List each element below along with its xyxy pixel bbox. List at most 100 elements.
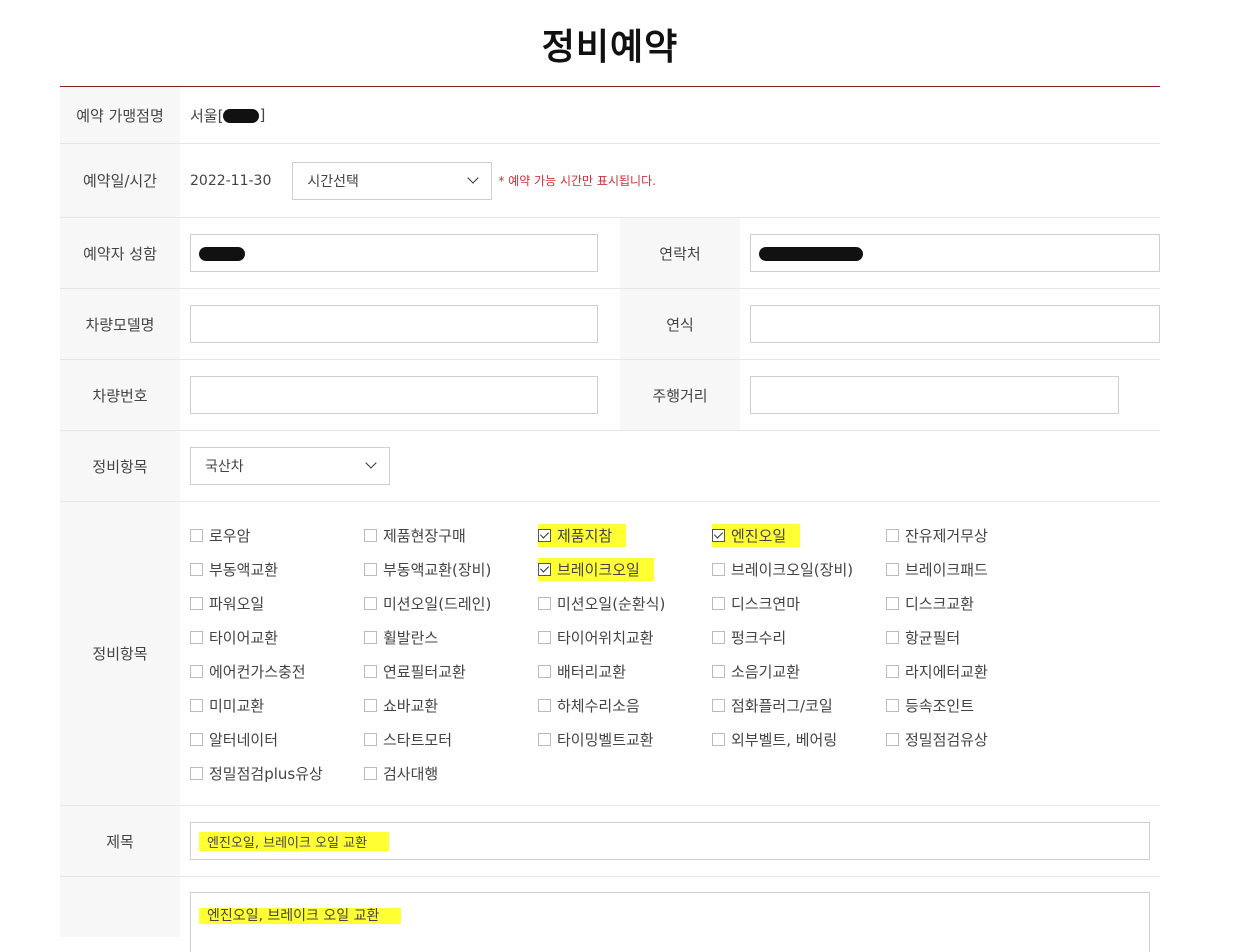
item-checkbox[interactable]: 타이어위치교환	[538, 626, 712, 649]
checkbox-icon[interactable]	[538, 665, 551, 678]
category-select[interactable]: 국산차	[190, 447, 390, 485]
item-checkbox[interactable]: 항균필터	[886, 626, 1060, 649]
item-checkbox[interactable]: 펑크수리	[712, 626, 886, 649]
item-label: 잔유제거무상	[905, 527, 988, 545]
item-label: 펑크수리	[731, 629, 787, 647]
item-checkbox[interactable]: 외부벨트, 베어링	[712, 728, 886, 751]
item-checkbox[interactable]: 디스크연마	[712, 592, 886, 615]
checkbox-icon[interactable]	[190, 631, 203, 644]
item-checkbox[interactable]: 미션오일(순환식)	[538, 592, 712, 615]
year-input[interactable]	[750, 305, 1160, 343]
item-checkbox[interactable]: 에어컨가스충전	[190, 660, 364, 683]
plate-input[interactable]	[190, 376, 598, 414]
item-checkbox[interactable]: 하체수리소음	[538, 694, 712, 717]
checkbox-icon[interactable]	[364, 529, 377, 542]
item-checkbox[interactable]: 알터네이터	[190, 728, 364, 751]
item-checkbox[interactable]: 디스크교환	[886, 592, 1060, 615]
category-row: 정비항목 국산차	[60, 431, 1160, 502]
item-label: 미션오일(순환식)	[557, 595, 666, 613]
checkbox-icon[interactable]	[364, 733, 377, 746]
checkbox-icon[interactable]	[190, 733, 203, 746]
item-checkbox[interactable]: 엔진오일	[712, 524, 801, 547]
item-checkbox[interactable]: 소음기교환	[712, 660, 886, 683]
item-checkbox[interactable]: 정밀점검plus유상	[190, 762, 364, 785]
checkbox-icon[interactable]	[712, 563, 725, 576]
body-textarea[interactable]: 엔진오일, 브레이크 오일 교환	[190, 892, 1150, 952]
item-checkbox[interactable]: 부동액교환(장비)	[364, 558, 538, 581]
item-checkbox[interactable]: 라지에터교환	[886, 660, 1060, 683]
checkbox-icon[interactable]	[538, 631, 551, 644]
checkbox-icon[interactable]	[886, 563, 899, 576]
item-checkbox[interactable]: 검사대행	[364, 762, 538, 785]
item-checkbox[interactable]: 연료필터교환	[364, 660, 538, 683]
item-checkbox[interactable]: 잔유제거무상	[886, 524, 1060, 547]
item-checkbox[interactable]: 쇼바교환	[364, 694, 538, 717]
checkbox-icon[interactable]	[364, 665, 377, 678]
item-checkbox[interactable]: 미션오일(드레인)	[364, 592, 538, 615]
item-checkbox[interactable]: 타이어교환	[190, 626, 364, 649]
checkbox-icon[interactable]	[190, 563, 203, 576]
item-label: 배터리교환	[557, 663, 627, 681]
contact-input[interactable]	[750, 234, 1160, 272]
checkbox-icon[interactable]	[712, 631, 725, 644]
checkbox-icon[interactable]	[886, 597, 899, 610]
checkbox-checked-icon[interactable]	[712, 529, 725, 542]
checkbox-icon[interactable]	[364, 631, 377, 644]
item-checkbox[interactable]: 등속조인트	[886, 694, 1060, 717]
item-label: 연료필터교환	[383, 663, 466, 681]
date-value[interactable]: 2022-11-30	[190, 173, 271, 189]
name-row: 예약자 성함 연락처	[60, 218, 1160, 289]
item-checkbox[interactable]: 스타트모터	[364, 728, 538, 751]
name-input[interactable]	[190, 234, 598, 272]
item-label: 항균필터	[905, 629, 961, 647]
item-checkbox[interactable]: 미미교환	[190, 694, 364, 717]
checkbox-icon[interactable]	[538, 699, 551, 712]
checkbox-icon[interactable]	[364, 563, 377, 576]
checkbox-icon[interactable]	[538, 733, 551, 746]
year-label: 연식	[620, 289, 740, 359]
checkbox-icon[interactable]	[712, 733, 725, 746]
item-label: 브레이크오일(장비)	[731, 561, 854, 579]
checkbox-icon[interactable]	[364, 597, 377, 610]
item-checkbox[interactable]: 브레이크패드	[886, 558, 1060, 581]
item-label: 외부벨트, 베어링	[731, 731, 838, 749]
checkbox-icon[interactable]	[190, 767, 203, 780]
checkbox-icon[interactable]	[886, 631, 899, 644]
chevron-down-icon	[467, 171, 480, 184]
items-row: 정비항목 로우암 제품현장구매 제품지참 엔진오일 잔유제거무상 부동액교환 부동액교환(장…	[60, 502, 1160, 806]
checkbox-icon[interactable]	[886, 733, 899, 746]
checkbox-icon[interactable]	[190, 529, 203, 542]
item-checkbox[interactable]: 정밀점검유상	[886, 728, 1060, 751]
model-row: 차량모델명 연식	[60, 289, 1160, 360]
item-checkbox[interactable]: 배터리교환	[538, 660, 712, 683]
checkbox-icon[interactable]	[712, 665, 725, 678]
item-checkbox[interactable]: 로우암	[190, 524, 364, 547]
item-checkbox[interactable]: 타이밍벨트교환	[538, 728, 712, 751]
checkbox-checked-icon[interactable]	[538, 529, 551, 542]
checkbox-checked-icon[interactable]	[538, 563, 551, 576]
chevron-down-icon	[365, 457, 377, 469]
item-checkbox[interactable]: 부동액교환	[190, 558, 364, 581]
checkbox-icon[interactable]	[190, 665, 203, 678]
checkbox-icon[interactable]	[538, 597, 551, 610]
checkbox-icon[interactable]	[886, 699, 899, 712]
item-checkbox[interactable]: 브레이크오일(장비)	[712, 558, 886, 581]
item-checkbox[interactable]: 제품지참	[538, 524, 627, 547]
checkbox-icon[interactable]	[712, 597, 725, 610]
checkbox-icon[interactable]	[364, 699, 377, 712]
checkbox-icon[interactable]	[886, 665, 899, 678]
item-checkbox[interactable]: 파워오일	[190, 592, 364, 615]
item-checkbox[interactable]: 휠발란스	[364, 626, 538, 649]
checkbox-icon[interactable]	[190, 699, 203, 712]
checkbox-icon[interactable]	[364, 767, 377, 780]
checkbox-icon[interactable]	[190, 597, 203, 610]
item-checkbox[interactable]: 점화플러그/코일	[712, 694, 886, 717]
subject-input[interactable]: 엔진오일, 브레이크 오일 교환	[190, 822, 1150, 860]
checkbox-icon[interactable]	[712, 699, 725, 712]
time-select[interactable]: 시간선택	[292, 161, 493, 200]
checkbox-icon[interactable]	[886, 529, 899, 542]
item-checkbox[interactable]: 브레이크오일	[538, 558, 654, 581]
item-checkbox[interactable]: 제품현장구매	[364, 524, 538, 547]
model-input[interactable]	[190, 305, 598, 343]
mileage-input[interactable]	[750, 376, 1119, 414]
